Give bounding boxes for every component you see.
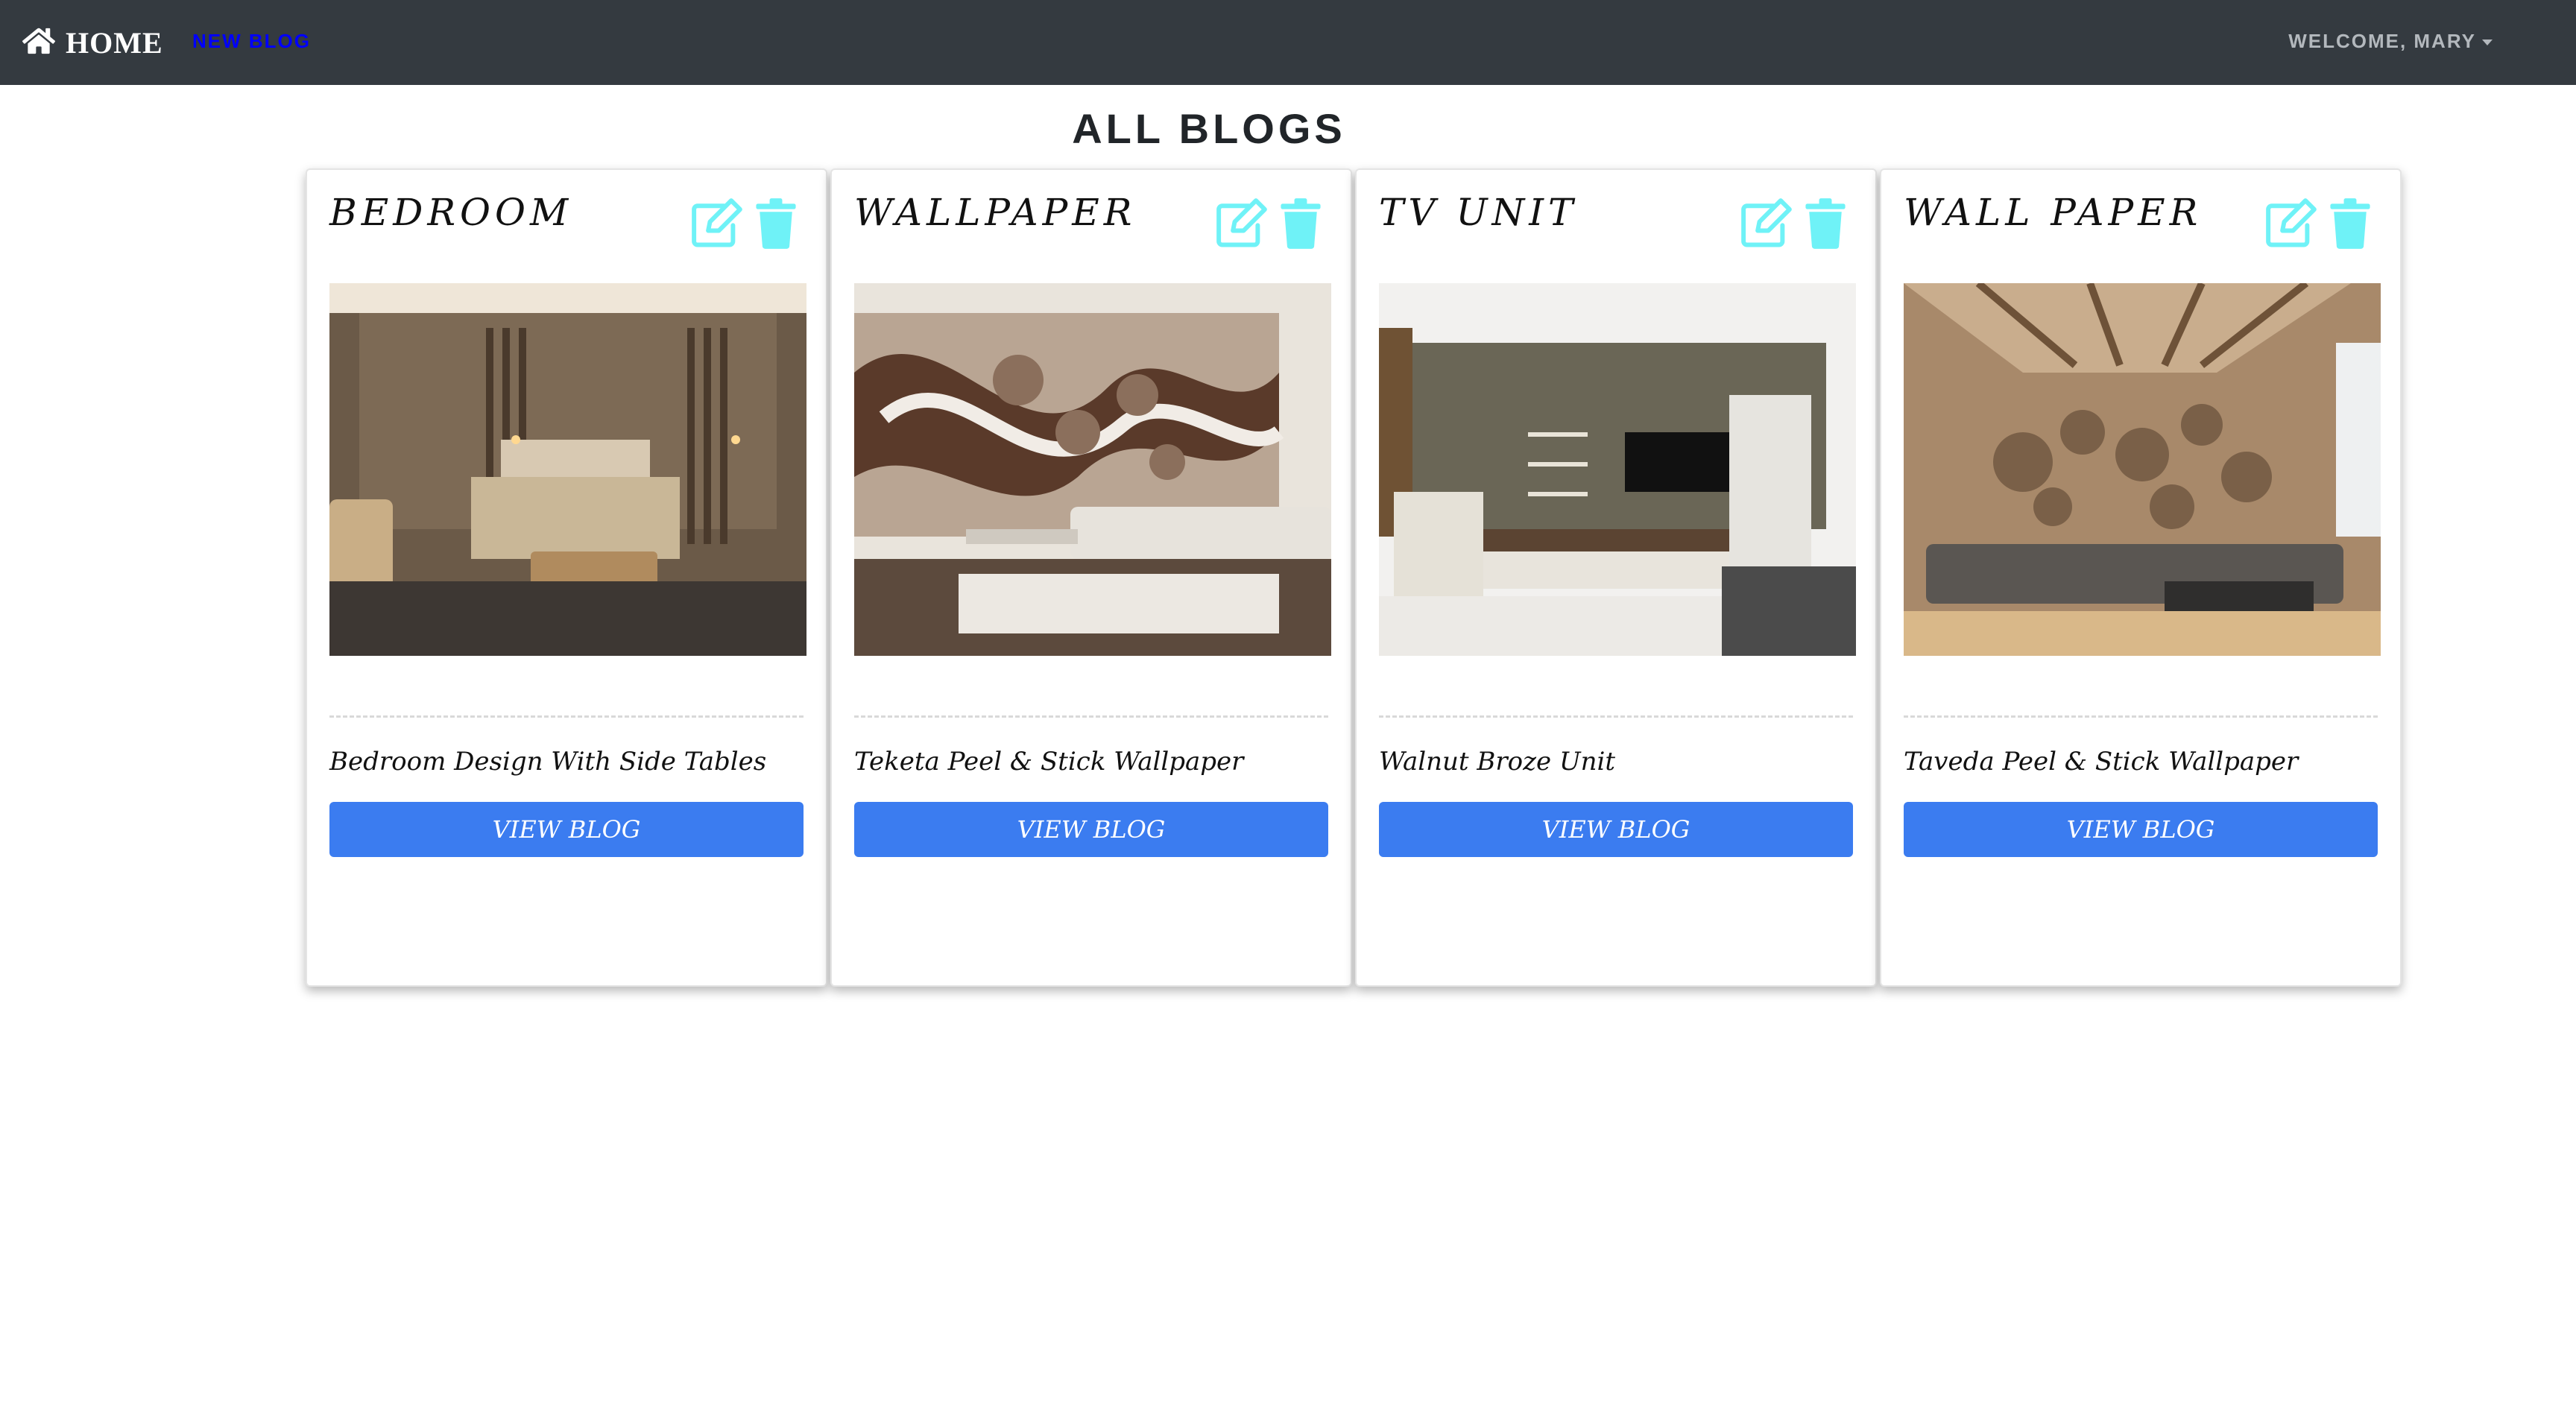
edit-icon[interactable]	[2263, 198, 2320, 249]
blog-card: TV UNIT Walnut Broze Unit VIEW BLOG	[1355, 168, 1877, 987]
trash-icon[interactable]	[754, 198, 798, 249]
trash-icon[interactable]	[1279, 198, 1322, 249]
view-blog-button[interactable]: VIEW BLOG	[329, 802, 804, 857]
wallpaper-image	[854, 283, 1331, 656]
home-icon	[22, 26, 56, 60]
trash-icon[interactable]	[1804, 198, 1847, 249]
edit-icon[interactable]	[1738, 198, 1795, 249]
navbar: HOME NEW BLOG WELCOME, MARY	[0, 0, 2576, 85]
blog-card-description: Teketa Peel & Stick Wallpaper	[854, 747, 1244, 777]
wall-paper-image	[1904, 283, 2381, 656]
trash-icon[interactable]	[2329, 198, 2372, 249]
bedroom-image	[329, 283, 806, 656]
user-menu-label: WELCOME, MARY	[2288, 30, 2476, 52]
blog-card-description: Bedroom Design With Side Tables	[329, 747, 767, 777]
blog-card-title: WALL PAPER	[1904, 191, 2203, 234]
blog-card-title: WALLPAPER	[854, 191, 1137, 234]
blog-card: WALLPAPER Teketa Peel & Stick Wallpaper …	[830, 168, 1352, 987]
blog-card-title: TV UNIT	[1379, 191, 1578, 234]
card-divider	[329, 715, 804, 718]
view-blog-button[interactable]: VIEW BLOG	[854, 802, 1328, 857]
card-divider	[854, 715, 1328, 718]
card-divider	[1379, 715, 1853, 718]
edit-icon[interactable]	[689, 198, 745, 249]
home-label: HOME	[66, 25, 163, 60]
caret-down-icon	[2482, 39, 2493, 45]
edit-icon[interactable]	[1213, 198, 1270, 249]
new-blog-link[interactable]: NEW BLOG	[192, 30, 311, 53]
view-blog-button[interactable]: VIEW BLOG	[1379, 802, 1853, 857]
blog-card-description: Taveda Peel & Stick Wallpaper	[1904, 747, 2299, 777]
card-divider	[1904, 715, 2378, 718]
user-menu-dropdown[interactable]: WELCOME, MARY	[2288, 30, 2493, 53]
tv-unit-image	[1379, 283, 1856, 656]
page-title: ALL BLOGS	[1072, 105, 1346, 152]
view-blog-button[interactable]: VIEW BLOG	[1904, 802, 2378, 857]
home-link[interactable]: HOME	[22, 21, 163, 64]
blog-card: WALL PAPER Taveda Peel & Stick Wallpaper…	[1880, 168, 2402, 987]
blog-card: BEDROOM Bedroom Design With Side Tables …	[306, 168, 827, 987]
blog-card-description: Walnut Broze Unit	[1379, 747, 1616, 777]
blog-card-title: BEDROOM	[329, 191, 573, 234]
